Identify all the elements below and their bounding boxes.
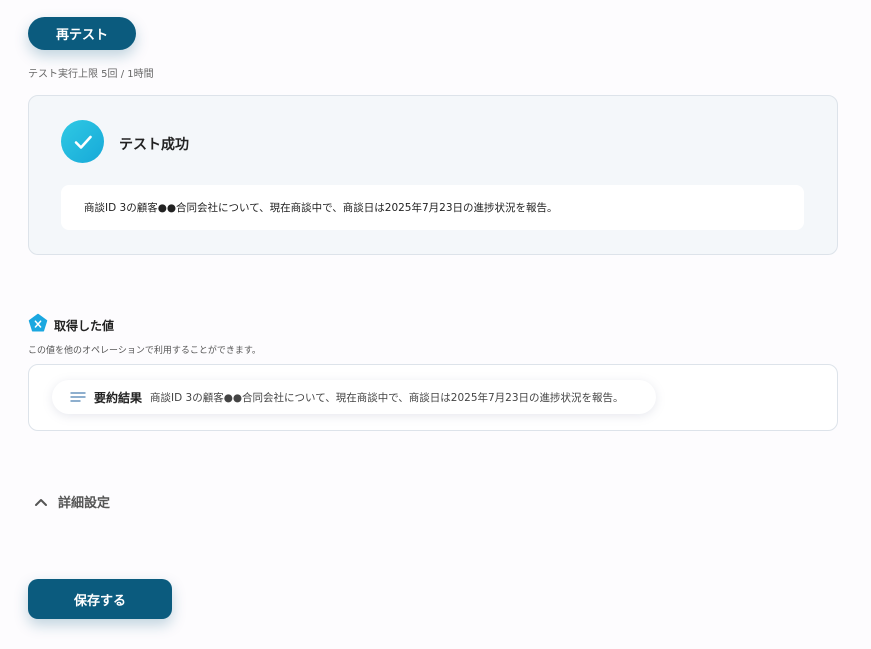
value-item-summary[interactable]: 要約結果 商談ID 3の顧客●●合同会社について、現在商談中で、商談日は2025… <box>52 380 656 414</box>
result-message-text: 商談ID 3の顧客●●合同会社について、現在商談中で、商談日は2025年7月23… <box>84 202 558 214</box>
details-toggle[interactable]: 詳細設定 <box>34 492 110 511</box>
values-section-subtitle: この値を他のオペレーションで利用することができます。 <box>28 346 261 356</box>
values-section-header: 取得した値 <box>28 313 114 337</box>
value-item-label: 要約結果 <box>94 390 143 405</box>
retest-button[interactable]: 再テスト <box>28 17 136 50</box>
text-lines-icon <box>70 388 86 407</box>
value-item-value: 商談ID 3の顧客●●合同会社について、現在商談中で、商談日は2025年7月23… <box>150 391 624 404</box>
test-success-title: テスト成功 <box>119 137 189 153</box>
values-card: 要約結果 商談ID 3の顧客●●合同会社について、現在商談中で、商談日は2025… <box>28 364 838 431</box>
chevron-up-icon <box>34 492 48 511</box>
variable-pentagon-icon <box>28 313 48 337</box>
result-message: 商談ID 3の顧客●●合同会社について、現在商談中で、商談日は2025年7月23… <box>61 185 804 230</box>
values-section-title: 取得した値 <box>54 318 115 333</box>
save-button[interactable]: 保存する <box>28 579 172 619</box>
page: 再テスト テスト実行上限 5回 / 1時間 テスト成功 商談ID 3の顧客●●合… <box>0 0 871 649</box>
check-circle-icon <box>61 120 104 163</box>
details-label: 詳細設定 <box>58 496 111 511</box>
test-result-card: テスト成功 商談ID 3の顧客●●合同会社について、現在商談中で、商談日は202… <box>28 95 838 255</box>
test-limit-text: テスト実行上限 5回 / 1時間 <box>28 69 154 80</box>
